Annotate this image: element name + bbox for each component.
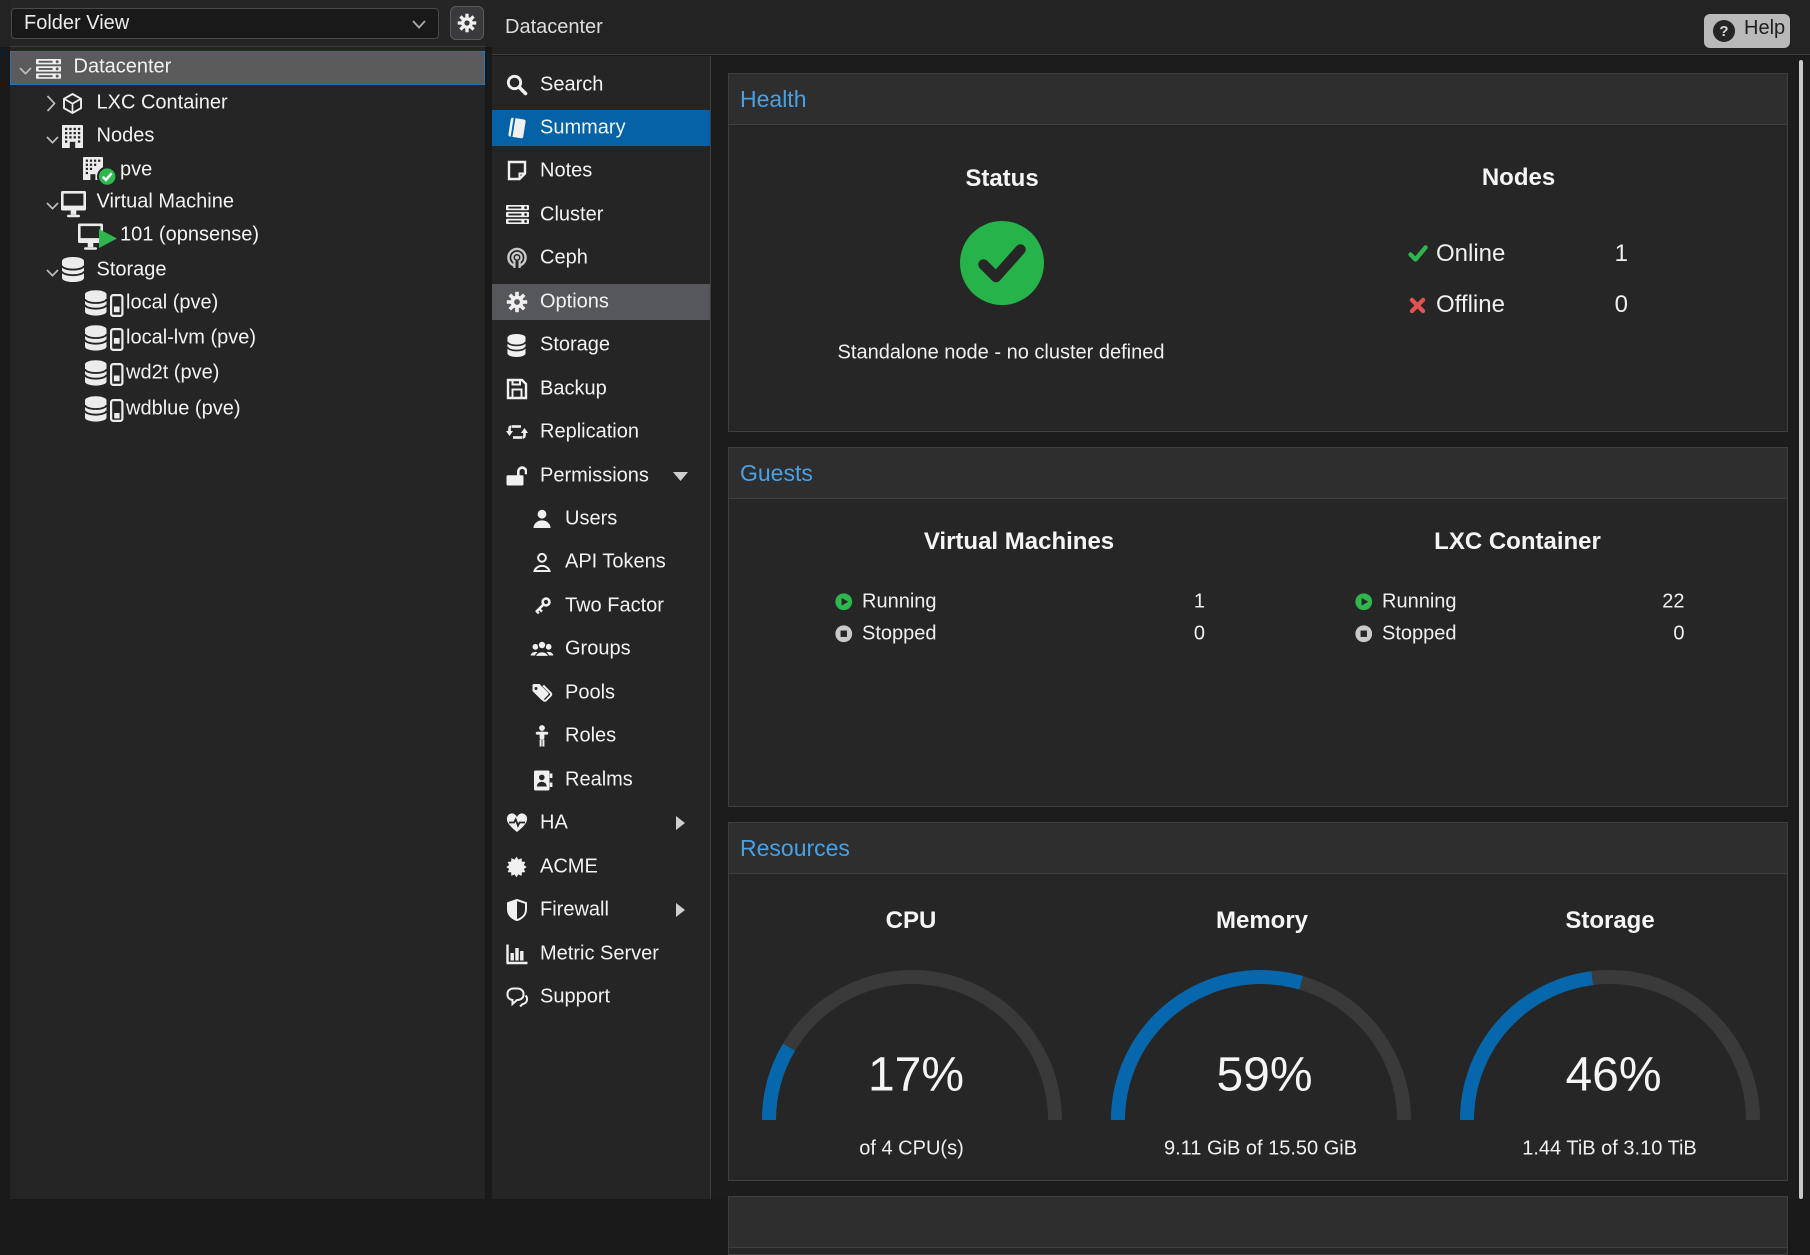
svg-text:?: ? — [1719, 23, 1728, 40]
